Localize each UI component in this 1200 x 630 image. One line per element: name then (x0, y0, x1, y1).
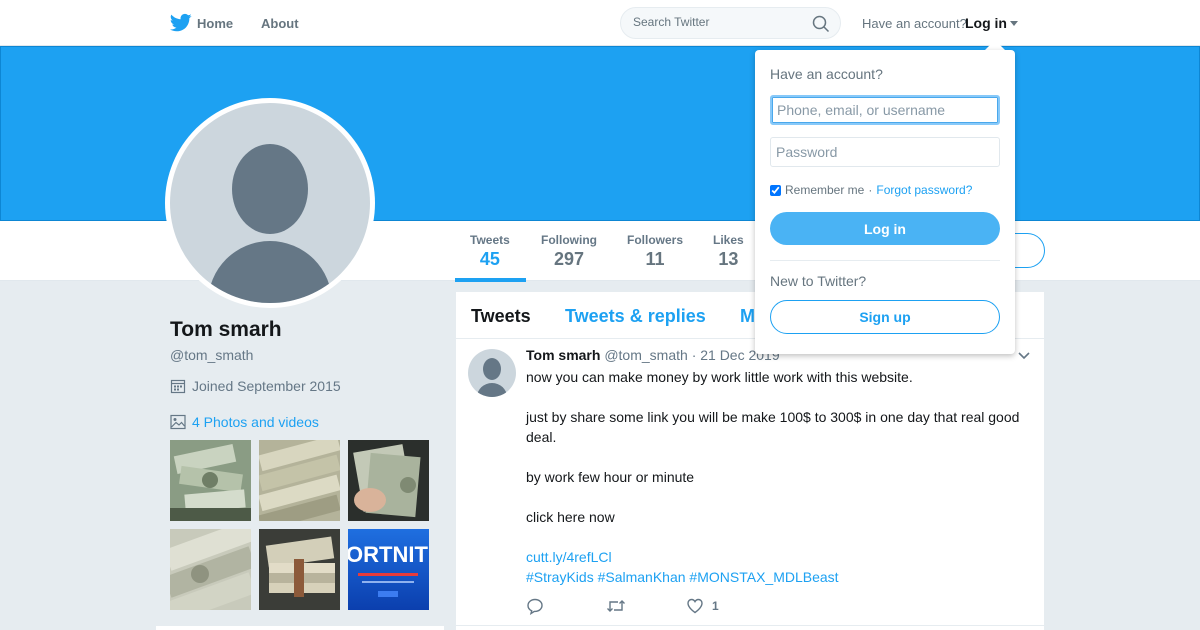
tweet-divider (456, 625, 1044, 626)
tab-tweets[interactable]: Tweets (471, 306, 531, 327)
remember-me-row: Remember me · Forgot password? (770, 183, 972, 197)
search-input[interactable] (633, 15, 803, 29)
forgot-password-link[interactable]: Forgot password? (876, 183, 972, 197)
reply-button[interactable] (526, 597, 544, 615)
search-box (620, 7, 841, 39)
tweet-avatar[interactable] (468, 349, 516, 397)
username-input[interactable] (770, 95, 1000, 125)
stat-value: 45 (479, 249, 500, 269)
image-icon (170, 414, 186, 430)
tab-tweets-replies[interactable]: Tweets & replies (565, 306, 706, 327)
remember-me-label: Remember me (785, 183, 865, 197)
tab-media[interactable]: M (740, 306, 755, 327)
tweet-line: just by share some link you will be make… (526, 409, 1020, 445)
photo-thumbnail-fortnite[interactable]: ORTNITE (348, 529, 429, 610)
stat-likes[interactable]: Likes 13 (713, 233, 744, 270)
tweet-line (526, 387, 1036, 407)
top-navigation-bar: Home About Have an account? Log in (0, 0, 1200, 46)
have-account-text: Have an account? (862, 16, 967, 31)
tweet-line: now you can make money by work little wo… (526, 369, 913, 385)
chevron-down-icon[interactable] (1018, 352, 1030, 360)
tweet-author-handle[interactable]: @tom_smath (604, 347, 687, 363)
dropdown-arrow (985, 40, 1005, 50)
tweet-line: click here now (526, 509, 615, 525)
reply-icon (527, 598, 543, 615)
calendar-icon (170, 379, 186, 394)
tweet-text: now you can make money by work little wo… (526, 367, 1036, 587)
photo-thumbnail-money-2[interactable] (259, 440, 340, 521)
login-dropdown: Have an account? Remember me · Forgot pa… (755, 50, 1015, 354)
joined-text: Joined September 2015 (192, 378, 341, 394)
photo-thumbnail-money-1[interactable] (170, 440, 251, 521)
heart-icon (687, 598, 703, 614)
photos-link-label: 4 Photos and videos (192, 414, 319, 430)
twitter-bird-icon[interactable] (170, 13, 192, 33)
stat-value: 13 (718, 249, 739, 269)
tweet-line (526, 527, 1036, 547)
active-tab-underline (455, 278, 526, 282)
stat-value: 11 (645, 249, 665, 269)
like-button[interactable]: 1 (686, 597, 719, 615)
left-bottom-card (156, 626, 444, 630)
login-link-label: Log in (965, 15, 1007, 31)
retweet-icon (607, 600, 625, 612)
login-dropdown-toggle[interactable]: Log in (965, 15, 1018, 31)
default-avatar-icon (170, 103, 370, 303)
tweet-line (526, 447, 1036, 467)
stat-followers[interactable]: Followers 11 (627, 233, 683, 270)
new-to-twitter-text: New to Twitter? (770, 273, 867, 289)
profile-handle[interactable]: @tom_smath (170, 347, 253, 363)
tweet-link[interactable]: cutt.ly/4refLCl (526, 547, 1036, 567)
stat-label: Followers (627, 233, 684, 247)
search-icon[interactable] (812, 15, 830, 33)
password-input[interactable] (770, 137, 1000, 167)
tweet-hashtags[interactable]: #StrayKids #SalmanKhan #MONSTAX_MDLBeast (526, 567, 1036, 587)
photo-thumbnail-money-3[interactable] (170, 529, 251, 610)
photo-thumbnail-money-stack[interactable] (259, 529, 340, 610)
tweet-author-name[interactable]: Tom smarh (526, 347, 600, 363)
joined-date: Joined September 2015 (170, 378, 341, 394)
dropdown-title: Have an account? (770, 66, 883, 82)
remember-separator: · (868, 183, 873, 197)
caret-down-icon (1010, 21, 1018, 26)
profile-avatar[interactable] (165, 98, 375, 308)
stat-label: Following (541, 233, 597, 247)
stat-label: Likes (713, 233, 744, 247)
fortnite-thumbnail-text: ORTNITE (348, 542, 429, 567)
photo-thumbnail-money-hand[interactable] (348, 440, 429, 521)
dropdown-divider (770, 260, 1000, 261)
stat-value: 297 (553, 249, 585, 269)
stat-following[interactable]: Following 297 (541, 233, 597, 270)
nav-about-link[interactable]: About (261, 16, 299, 31)
retweet-button[interactable] (606, 597, 626, 615)
tweet-header: Tom smarh @tom_smath · 21 Dec 2019 (526, 347, 780, 363)
profile-name[interactable]: Tom smarh (170, 318, 282, 342)
signup-button[interactable]: Sign up (770, 300, 1000, 334)
tweet-line: by work few hour or minute (526, 469, 695, 485)
tweet-line (526, 487, 1036, 507)
remember-me-checkbox[interactable] (770, 184, 781, 196)
nav-home-link[interactable]: Home (197, 16, 233, 31)
photos-videos-link[interactable]: 4 Photos and videos (170, 414, 319, 430)
stat-label: Tweets (470, 233, 510, 247)
login-button[interactable]: Log in (770, 212, 1000, 245)
stat-tweets[interactable]: Tweets 45 (470, 233, 510, 270)
like-count: 1 (712, 599, 719, 613)
